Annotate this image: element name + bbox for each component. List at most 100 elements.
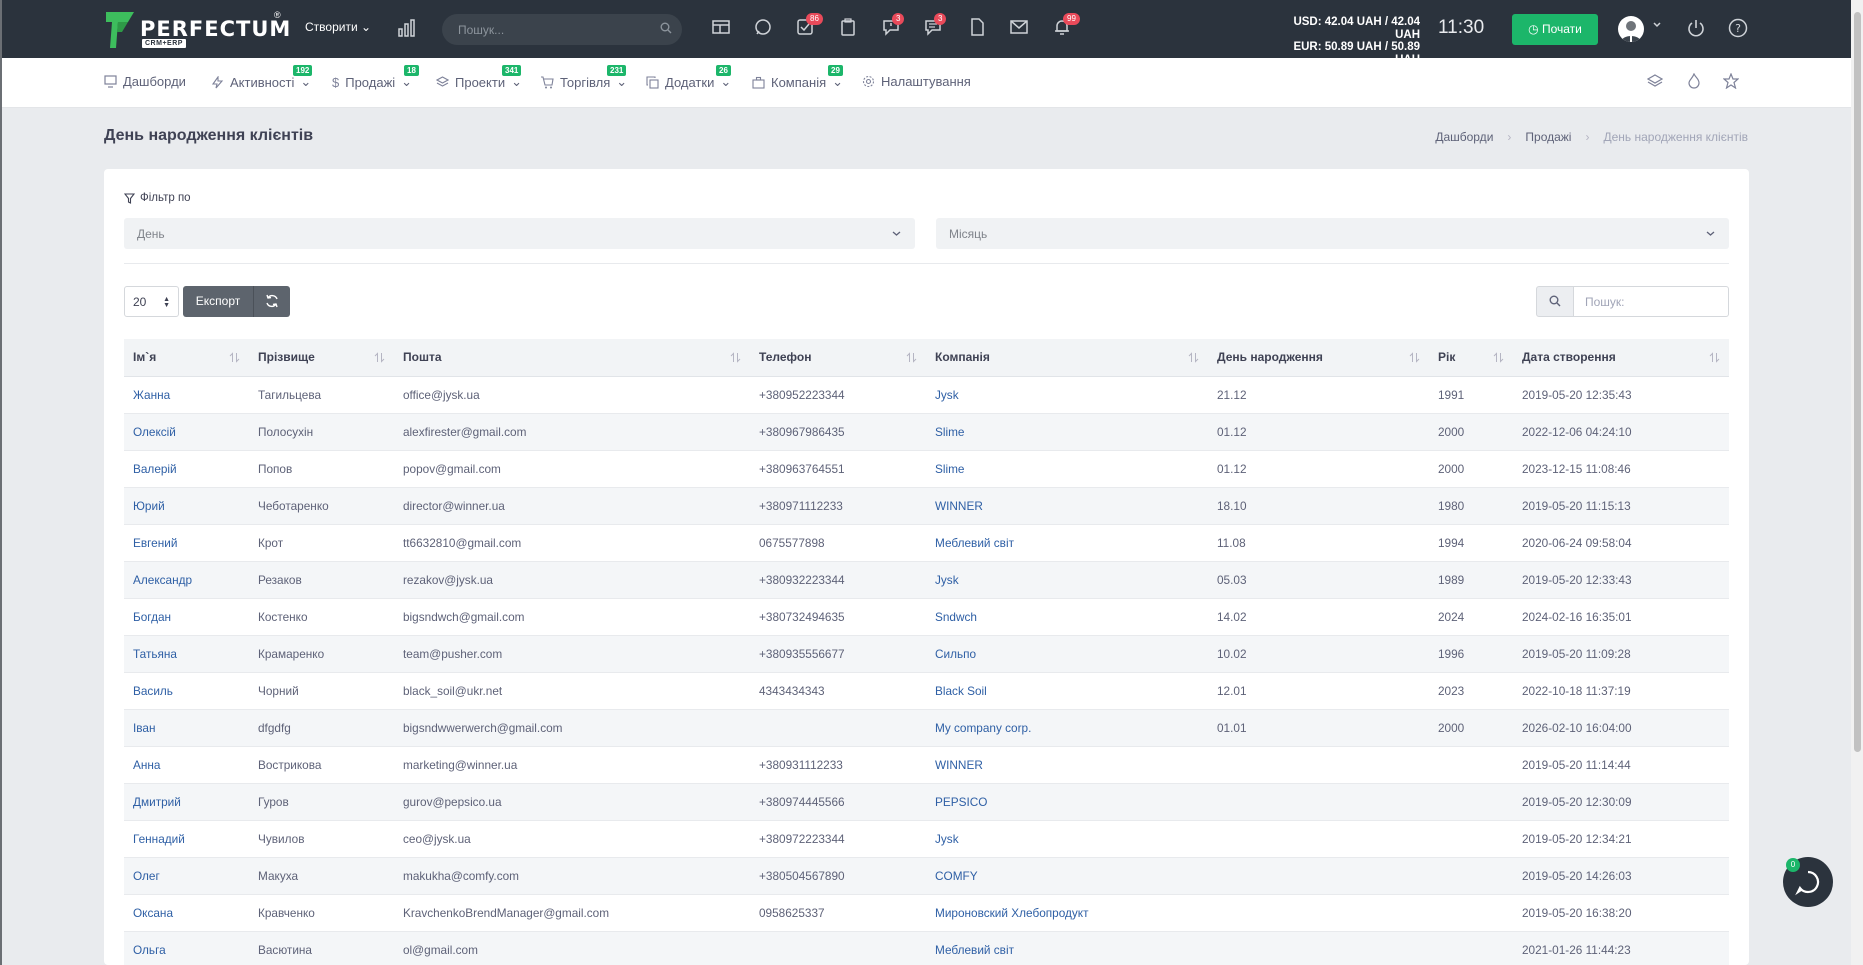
table-search-input[interactable] [1573,286,1729,317]
nav-item-company[interactable]: Компанія ⌄ 29 [752,65,843,90]
nav-item-sales[interactable]: $ Продажі ⌄ 18 [332,65,419,90]
chart-icon[interactable] [398,19,416,37]
start-timer-button[interactable]: ◷ Почати [1512,14,1598,45]
company-link[interactable]: Slime [926,413,1208,451]
client-name-link[interactable]: Геннадий [124,820,249,858]
chevron-down-icon[interactable] [1652,20,1662,30]
company-link[interactable]: Меблевий світ [926,524,1208,562]
page-size-select[interactable]: 20 ▲ ▼ [124,286,179,317]
nav-item-addons[interactable]: Додатки ⌄ 26 [646,65,731,90]
comment-icon[interactable] [754,18,774,38]
column-header[interactable]: Пошта [394,339,750,377]
messages-icon[interactable]: 3 [924,13,947,38]
column-header[interactable]: День народження [1208,339,1429,377]
sort-icon[interactable] [730,352,741,363]
table-row[interactable]: Юрий Чеботаренко director@winner.ua +380971… [124,487,1729,525]
client-name-link[interactable]: Евгений [124,524,249,562]
table-row[interactable]: Александр Резаков rezakov@jysk.ua +38093222… [124,561,1729,599]
table-row[interactable]: Дмитрий Гуров gurov@pepsico.ua +38097444556… [124,783,1729,821]
power-icon[interactable] [1687,19,1705,37]
client-name-link[interactable]: Олексій [124,413,249,451]
sort-icon[interactable] [229,352,240,363]
refresh-button[interactable] [253,286,290,317]
table-row[interactable]: Олег Макуха makukha@comfy.com +380504567890… [124,857,1729,895]
nav-item-activities[interactable]: Активності ⌄ 192 [211,65,313,90]
company-link[interactable]: COMFY [926,857,1208,895]
table-row[interactable]: Богдан Костенко bigsndwch@gmail.com +380732… [124,598,1729,636]
client-name-link[interactable]: Анна [124,746,249,784]
search-icon[interactable] [660,22,672,34]
column-header[interactable]: Ім`я [124,339,249,377]
client-name-link[interactable]: Юрий [124,487,249,525]
bell-icon[interactable]: 99 [1053,13,1080,38]
table-row[interactable]: Жанна Тагильцева office@jysk.ua +3809522233… [124,376,1729,414]
client-name-link[interactable]: Богдан [124,598,249,636]
table-row[interactable]: Оксана Кравченко KravchenkoBrendManager@gm… [124,894,1729,932]
column-header[interactable]: Телефон [750,339,926,377]
file-icon[interactable] [968,18,988,38]
company-link[interactable]: Мироновский Хлебопродукт [926,894,1208,932]
table-row[interactable]: Ольга Васютина ol@gmail.com Меблевий світ 20… [124,931,1729,965]
layers-icon[interactable] [1647,73,1663,89]
month-select[interactable]: Місяць [936,218,1729,249]
company-link[interactable]: Меблевий світ [926,931,1208,965]
sort-icon[interactable] [1188,352,1199,363]
tasks-icon[interactable]: 86 [796,13,823,38]
mail-icon[interactable] [1010,18,1030,38]
chat-alert-icon[interactable]: 3 [882,13,905,38]
company-link[interactable]: PEPSICO [926,783,1208,821]
help-icon[interactable]: ? [1728,18,1748,38]
table-row[interactable]: Татьяна Крамаренко team@pusher.com +3809355… [124,635,1729,673]
client-name-link[interactable]: Василь [124,672,249,710]
company-link[interactable]: WINNER [926,746,1208,784]
table-row[interactable]: Геннадий Чувилов ceo@jysk.ua +380972223344 J… [124,820,1729,858]
company-link[interactable]: Jysk [926,376,1208,414]
breadcrumb-item[interactable]: Дашборди [1435,130,1493,144]
export-button[interactable]: Експорт [183,286,253,317]
table-row[interactable]: Евгений Крот tt6632810@gmail.com 0675577898… [124,524,1729,562]
clipboard-icon[interactable] [839,18,859,38]
column-header[interactable]: Рік [1429,339,1513,377]
scrollbar[interactable] [1851,0,1863,965]
nav-item-trade[interactable]: Торгівля ⌄ 231 [540,65,627,90]
create-menu[interactable]: Створити ⌄ [305,20,371,34]
client-name-link[interactable]: Олег [124,857,249,895]
scrollbar-thumb[interactable] [1854,12,1861,752]
column-header[interactable]: Компанія [926,339,1208,377]
avatar[interactable] [1618,16,1644,42]
table-row[interactable]: Василь Чорний black_soil@ukr.net 4343434343… [124,672,1729,710]
table-row[interactable]: Валерій Попов popov@gmail.com +380963764551… [124,450,1729,488]
client-name-link[interactable]: Александр [124,561,249,599]
company-link[interactable]: Black Soil [926,672,1208,710]
table-row[interactable]: Анна Вострикова marketing@winner.ua +380931… [124,746,1729,784]
company-link[interactable]: Сильпо [926,635,1208,673]
client-name-link[interactable]: Дмитрий [124,783,249,821]
day-select[interactable]: День [124,218,915,249]
column-header[interactable]: Дата створення [1513,339,1729,377]
newspaper-icon[interactable] [712,18,732,38]
sort-icon[interactable] [906,352,917,363]
table-row[interactable]: Іван dfgdfg bigsndwwerwerch@gmail.com My co… [124,709,1729,747]
company-link[interactable]: My company corp. [926,709,1208,747]
company-link[interactable]: Jysk [926,561,1208,599]
company-link[interactable]: WINNER [926,487,1208,525]
star-icon[interactable] [1723,73,1739,89]
column-header[interactable]: Прізвище [249,339,394,377]
sort-icon[interactable] [1709,352,1720,363]
nav-item-dashboards[interactable]: Дашборди [104,74,186,89]
table-row[interactable]: Олексій Полосухін alexfirester@gmail.com +3… [124,413,1729,451]
sort-icon[interactable] [1409,352,1420,363]
sort-icon[interactable] [374,352,385,363]
nav-item-projects[interactable]: Проекти ⌄ 341 [436,65,522,90]
client-name-link[interactable]: Ольга [124,931,249,965]
client-name-link[interactable]: Іван [124,709,249,747]
client-name-link[interactable]: Оксана [124,894,249,932]
company-link[interactable]: Sndwch [926,598,1208,636]
sort-icon[interactable] [1493,352,1504,363]
breadcrumb-item[interactable]: Продажі [1525,130,1571,144]
company-link[interactable]: Jysk [926,820,1208,858]
client-name-link[interactable]: Жанна [124,376,249,414]
logo[interactable]: PERFECTUM ® CRM+ERP [104,10,290,50]
company-link[interactable]: Slime [926,450,1208,488]
client-name-link[interactable]: Татьяна [124,635,249,673]
